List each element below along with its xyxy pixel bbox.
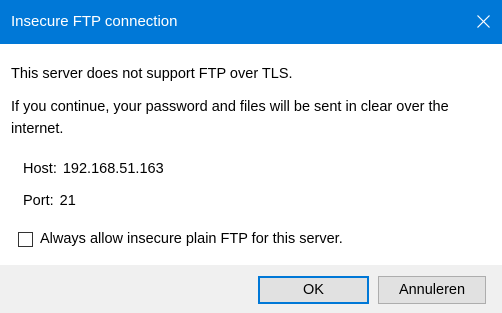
always-allow-checkbox[interactable]: [18, 232, 33, 247]
port-value: 21: [59, 193, 76, 209]
button-bar: OK Annuleren: [0, 265, 502, 313]
message-no-tls: This server does not support FTP over TL…: [11, 66, 293, 82]
host-label: Host:: [23, 161, 57, 177]
ok-button[interactable]: OK: [258, 276, 369, 304]
port-row: Port: 21: [23, 193, 76, 209]
message-clear-text-warning: If you continue, your password and files…: [11, 99, 449, 137]
dialog-title: Insecure FTP connection: [11, 13, 178, 30]
port-label: Port:: [23, 193, 54, 209]
cancel-button[interactable]: Annuleren: [378, 276, 486, 304]
host-row: Host: 192.168.51.163: [23, 161, 164, 177]
insecure-ftp-dialog: Insecure FTP connection This server does…: [0, 0, 502, 313]
always-allow-label[interactable]: Always allow insecure plain FTP for this…: [40, 231, 343, 247]
title-bar[interactable]: Insecure FTP connection: [0, 0, 502, 44]
close-icon: [477, 15, 490, 28]
close-button[interactable]: [464, 0, 502, 44]
host-value: 192.168.51.163: [62, 161, 164, 177]
